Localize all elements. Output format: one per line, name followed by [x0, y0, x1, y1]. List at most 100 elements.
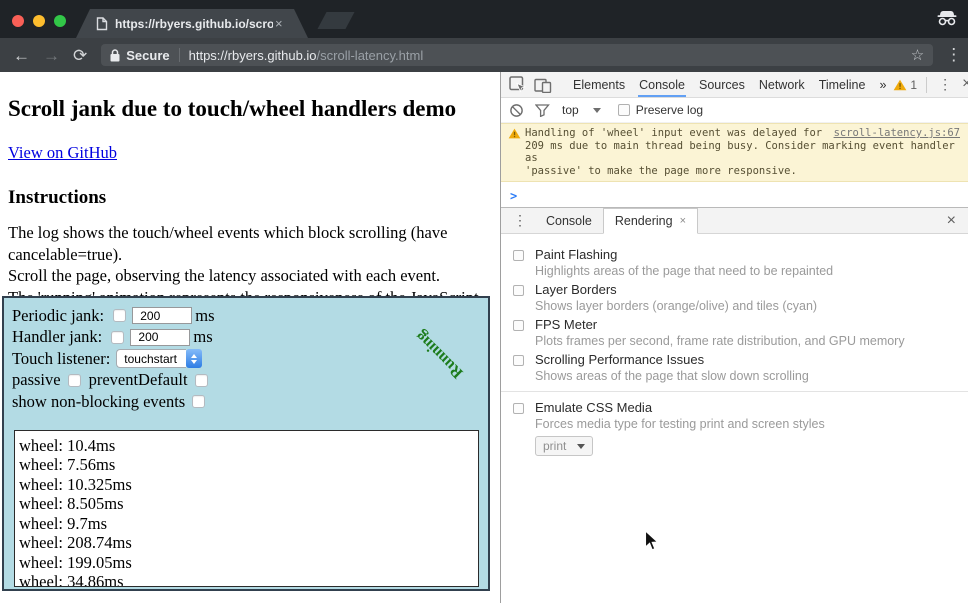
- instructions-heading: Instructions: [8, 187, 492, 209]
- tab-timeline[interactable]: Timeline: [812, 72, 873, 97]
- drawer-tab-rendering[interactable]: Rendering ×: [603, 208, 698, 234]
- window-controls[interactable]: [12, 15, 66, 27]
- device-toolbar-icon[interactable]: [534, 77, 552, 93]
- handler-ms-label: ms: [193, 327, 212, 347]
- close-rendering-tab-icon[interactable]: ×: [680, 215, 686, 227]
- log-line: wheel: 208.74ms: [19, 533, 478, 553]
- devtools-menu-icon[interactable]: ⋮: [938, 76, 952, 93]
- mouse-cursor: [644, 530, 660, 552]
- url-host[interactable]: https://rbyers.github.io: [189, 48, 317, 63]
- periodic-jank-label: Periodic jank:: [12, 306, 104, 326]
- tab-elements[interactable]: Elements: [566, 72, 632, 97]
- rendering-options: Paint Flashing Highlights areas of the p…: [501, 234, 968, 456]
- tab-close-icon[interactable]: ×: [275, 16, 283, 31]
- browser-toolbar: ← → ⟳ Secure https://rbyers.github.io/sc…: [0, 38, 968, 72]
- option-emulate-css-media: Emulate CSS Media Forces media type for …: [513, 400, 952, 432]
- preventdefault-label: preventDefault: [89, 370, 188, 390]
- console-prompt[interactable]: >: [501, 182, 968, 203]
- secure-lock-icon: [110, 49, 120, 62]
- inspect-element-icon[interactable]: [509, 76, 526, 93]
- close-window-button[interactable]: [12, 15, 24, 27]
- log-line: wheel: 199.05ms: [19, 553, 478, 573]
- preserve-log-label: Preserve log: [636, 103, 703, 117]
- fps-meter-checkbox[interactable]: [513, 320, 524, 331]
- emulate-css-media-checkbox[interactable]: [513, 403, 524, 414]
- forward-button[interactable]: →: [43, 47, 60, 64]
- devtools-panel: Elements Console Sources Network Timelin…: [500, 72, 968, 603]
- execution-context-selector[interactable]: top: [562, 103, 579, 117]
- incognito-icon: [935, 10, 959, 26]
- drawer-tab-console[interactable]: Console: [535, 208, 603, 234]
- web-page: Scroll jank due to touch/wheel handlers …: [0, 72, 500, 603]
- paint-flashing-checkbox[interactable]: [513, 250, 524, 261]
- secure-badge[interactable]: Secure: [126, 48, 169, 63]
- clear-console-icon[interactable]: [509, 103, 524, 118]
- page-title: Scroll jank due to touch/wheel handlers …: [8, 96, 492, 122]
- chevron-down-icon: [577, 444, 585, 449]
- filter-icon[interactable]: [535, 104, 550, 117]
- log-line: wheel: 9.7ms: [19, 514, 478, 534]
- tab-sources[interactable]: Sources: [692, 72, 752, 97]
- minimize-window-button[interactable]: [33, 15, 45, 27]
- option-paint-flashing: Paint Flashing Highlights areas of the p…: [513, 247, 952, 279]
- tab-title: https://rbyers.github.io/scroll-l: [115, 17, 273, 31]
- console-toolbar: top Preserve log: [501, 98, 968, 123]
- tab-network[interactable]: Network: [752, 72, 812, 97]
- browser-tab-bar: https://rbyers.github.io/scroll-l ×: [0, 0, 968, 38]
- media-type-select[interactable]: print: [535, 436, 593, 456]
- browser-tab[interactable]: https://rbyers.github.io/scroll-l ×: [76, 9, 308, 38]
- github-link[interactable]: View on GitHub: [8, 143, 117, 163]
- touch-listener-row: Touch listener: touchstart: [12, 348, 488, 370]
- passive-label: passive: [12, 370, 61, 390]
- layer-borders-checkbox[interactable]: [513, 285, 524, 296]
- tab-overflow[interactable]: »: [872, 72, 893, 97]
- bookmark-star-icon[interactable]: ☆: [911, 46, 924, 64]
- drawer-close-icon[interactable]: ×: [947, 212, 956, 230]
- tab-console[interactable]: Console: [632, 72, 692, 97]
- devtools-drawer: ⋮ Console Rendering × × Paint Flashing H…: [501, 207, 968, 603]
- warning-line: 'passive' to make the page more responsi…: [525, 165, 960, 178]
- event-log[interactable]: wheel: 8.885ms wheel: 10.4ms wheel: 7.56…: [14, 430, 479, 587]
- drawer-tab-bar: ⋮ Console Rendering × ×: [501, 208, 968, 234]
- back-button[interactable]: ←: [13, 47, 30, 64]
- periodic-jank-input[interactable]: [132, 307, 192, 324]
- warning-count-badge[interactable]: 1: [910, 78, 917, 92]
- periodic-jank-checkbox[interactable]: [113, 309, 126, 322]
- handler-jank-input[interactable]: [130, 329, 190, 346]
- select-stepper-icon: [186, 349, 202, 368]
- nonblocking-checkbox[interactable]: [192, 395, 205, 408]
- periodic-ms-label: ms: [195, 306, 214, 326]
- warning-line: 209 ms due to main thread being busy. Co…: [525, 140, 960, 165]
- console-warning-message: scroll-latency.js:67 Handling of 'wheel'…: [501, 123, 968, 182]
- devtools-close-icon[interactable]: ×: [962, 75, 968, 93]
- log-line: wheel: 8.505ms: [19, 494, 478, 514]
- touch-listener-label: Touch listener:: [12, 349, 110, 369]
- log-line: wheel: 10.325ms: [19, 475, 478, 495]
- browser-menu-icon[interactable]: ⋮: [945, 45, 962, 65]
- drawer-menu-icon[interactable]: ⋮: [513, 212, 527, 229]
- warning-icon[interactable]: [893, 79, 907, 91]
- reload-button[interactable]: ⟳: [73, 47, 87, 64]
- chevron-down-icon[interactable]: [593, 108, 601, 113]
- url-path[interactable]: /scroll-latency.html: [317, 48, 424, 63]
- scrolling-performance-checkbox[interactable]: [513, 355, 524, 366]
- warning-icon: [508, 128, 521, 139]
- passive-row: passive preventDefault: [12, 370, 488, 392]
- touch-listener-select[interactable]: touchstart: [116, 349, 202, 368]
- preventdefault-checkbox[interactable]: [195, 374, 208, 387]
- toolbar-separator: [926, 77, 927, 93]
- devtools-tab-bar: Elements Console Sources Network Timelin…: [501, 72, 968, 98]
- page-favicon-icon: [96, 17, 108, 31]
- url-separator: [179, 48, 180, 62]
- handler-jank-checkbox[interactable]: [111, 331, 124, 344]
- maximize-window-button[interactable]: [54, 15, 66, 27]
- passive-checkbox[interactable]: [68, 374, 81, 387]
- new-tab-button[interactable]: [317, 12, 354, 29]
- demo-panel: Periodic jank: ms Handler jank: ms Touch…: [2, 296, 490, 591]
- nonblocking-row: show non-blocking events: [12, 391, 488, 413]
- source-link[interactable]: scroll-latency.js:67: [834, 127, 960, 140]
- address-bar[interactable]: Secure https://rbyers.github.io/scroll-l…: [101, 44, 933, 66]
- option-layer-borders: Layer Borders Shows layer borders (orang…: [513, 282, 952, 314]
- preserve-log-checkbox[interactable]: [618, 104, 630, 116]
- touch-listener-value: touchstart: [116, 349, 186, 368]
